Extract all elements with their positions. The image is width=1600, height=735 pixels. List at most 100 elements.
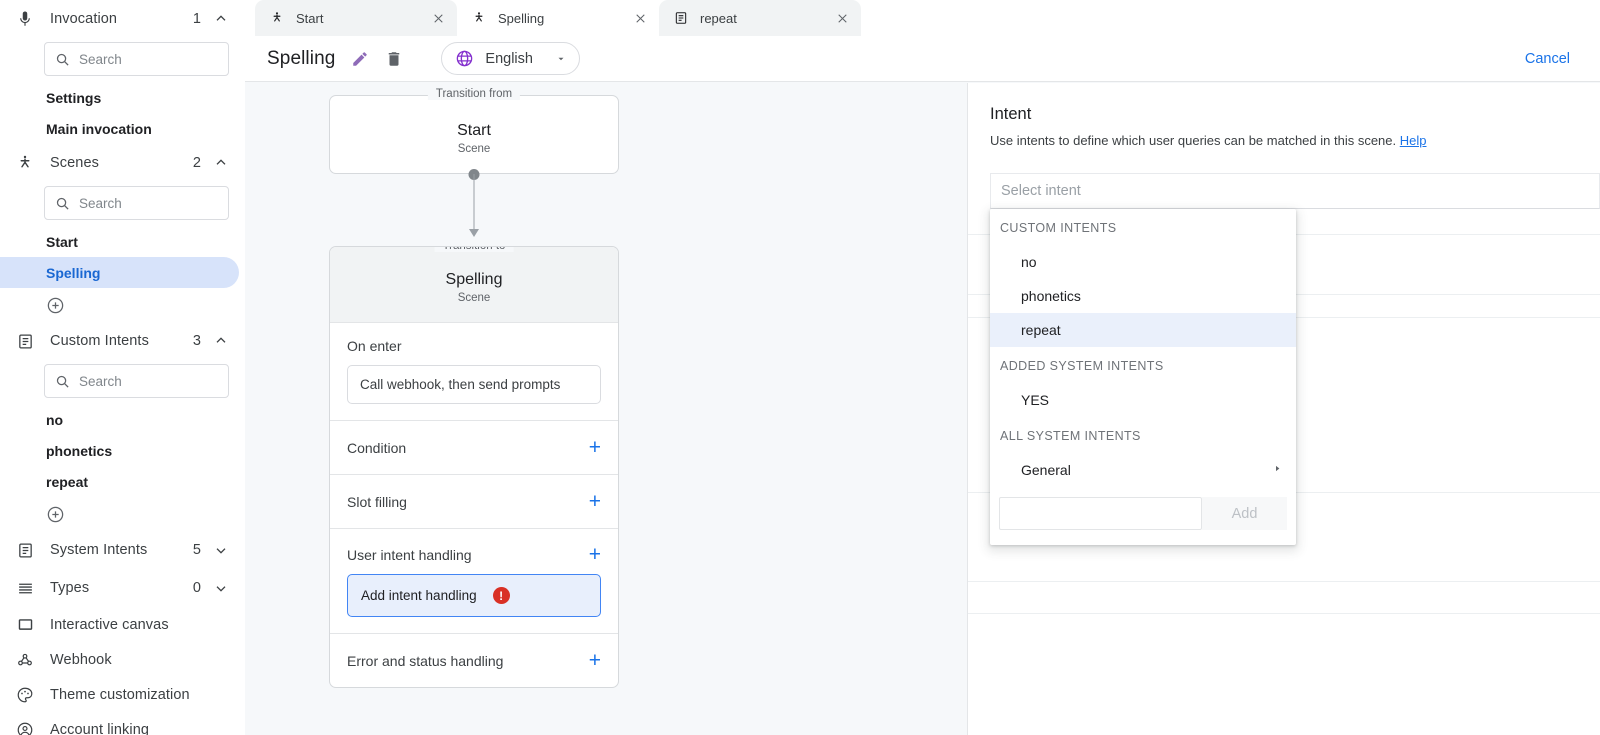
add-intent-row[interactable] xyxy=(0,497,245,531)
add-intent-button[interactable]: Add xyxy=(1202,497,1287,530)
new-intent-input[interactable] xyxy=(999,497,1202,530)
sidebar-section-label: System Intents xyxy=(50,542,193,558)
add-scene-row[interactable] xyxy=(0,288,245,322)
scenes-search-box[interactable] xyxy=(44,186,229,220)
sidebar-item-settings[interactable]: Settings xyxy=(0,82,239,113)
chevron-down-icon xyxy=(555,53,567,65)
sidebar-section-custom-intents[interactable]: Custom Intents 3 xyxy=(0,322,245,360)
pencil-icon[interactable] xyxy=(351,50,369,68)
sidebar-item-webhook[interactable]: Webhook xyxy=(0,642,245,677)
language-selector[interactable]: English xyxy=(441,42,580,75)
sidebar-item-account-linking[interactable]: Account linking xyxy=(0,712,245,735)
user-intent-handling-label: User intent handling xyxy=(347,547,472,563)
chevron-down-icon[interactable] xyxy=(213,580,229,596)
tab-repeat[interactable]: repeat xyxy=(659,0,861,36)
sidebar-section-invocation[interactable]: Invocation 1 xyxy=(0,0,245,38)
slot-filling-section: Slot filling + xyxy=(330,475,618,529)
sidebar-item-no[interactable]: no xyxy=(0,404,239,435)
page-title: Spelling xyxy=(267,48,335,70)
sidebar-item-phonetics[interactable]: phonetics xyxy=(0,435,239,466)
microphone-icon xyxy=(14,8,36,30)
custom-intents-search-input[interactable] xyxy=(79,374,218,389)
dropdown-item-label: General xyxy=(1021,462,1071,478)
add-user-intent-handling-button[interactable]: + xyxy=(589,544,601,565)
user-intent-handling-section: User intent handling + Add intent handli… xyxy=(330,529,618,634)
sidebar-section-label: Scenes xyxy=(50,155,193,171)
connector-arrow-icon xyxy=(469,229,479,237)
transition-to-node: Transition to Spelling Scene On enter Ca… xyxy=(329,246,619,688)
cancel-button[interactable]: Cancel xyxy=(1517,45,1578,73)
panel-divider xyxy=(968,581,1600,582)
sidebar-item-label: Webhook xyxy=(50,652,112,668)
select-intent-field[interactable]: Select intent xyxy=(990,173,1600,209)
sidebar-item-start[interactable]: Start xyxy=(0,226,239,257)
from-node-content: Start Scene xyxy=(330,96,618,173)
sidebar-section-types[interactable]: Types 0 xyxy=(0,569,245,607)
canvas-icon xyxy=(14,614,36,636)
intent-panel-description-text: Use intents to define which user queries… xyxy=(990,133,1396,148)
add-error-status-handling-button[interactable]: + xyxy=(589,650,601,671)
sidebar-item-label: Interactive canvas xyxy=(50,617,169,633)
add-intent-handling-label: Add intent handling xyxy=(361,588,477,603)
sidebar-section-system-intents[interactable]: System Intents 5 xyxy=(0,531,245,569)
connector-line xyxy=(474,174,475,232)
dropdown-group-label: CUSTOM INTENTS xyxy=(990,209,1296,245)
close-icon[interactable] xyxy=(631,12,649,25)
add-circle-icon[interactable] xyxy=(46,296,65,315)
add-condition-button[interactable]: + xyxy=(589,437,601,458)
invocation-search-input[interactable] xyxy=(79,52,218,67)
invocation-search-box[interactable] xyxy=(44,42,229,76)
tab-spelling[interactable]: Spelling xyxy=(457,0,659,36)
dropdown-footer: Add xyxy=(990,487,1296,541)
dropdown-item-no[interactable]: no xyxy=(990,245,1296,279)
flow-connector xyxy=(329,174,619,246)
trash-icon[interactable] xyxy=(385,50,403,68)
tab-start[interactable]: Start xyxy=(255,0,457,36)
transition-to-legend: Transition to xyxy=(435,246,514,252)
sidebar-item-label: Account linking xyxy=(50,722,149,735)
chevron-up-icon[interactable] xyxy=(213,11,229,27)
tab-label: repeat xyxy=(700,11,833,26)
dropdown-item-yes[interactable]: YES xyxy=(990,383,1296,417)
error-status-handling-section: Error and status handling + xyxy=(330,634,618,687)
dropdown-item-general[interactable]: General xyxy=(990,453,1296,487)
add-slot-filling-button[interactable]: + xyxy=(589,491,601,512)
custom-intents-search-box[interactable] xyxy=(44,364,229,398)
help-link[interactable]: Help xyxy=(1400,133,1427,148)
close-icon[interactable] xyxy=(833,12,851,25)
to-node-header: Spelling Scene xyxy=(330,247,618,323)
on-enter-value[interactable]: Call webhook, then send prompts xyxy=(347,365,601,404)
sidebar-item-spelling[interactable]: Spelling xyxy=(0,257,239,288)
sidebar-item-label: Theme customization xyxy=(50,687,190,703)
add-circle-icon[interactable] xyxy=(46,505,65,524)
dropdown-item-repeat[interactable]: repeat xyxy=(990,313,1296,347)
transition-from-node[interactable]: Transition from Start Scene xyxy=(329,95,619,174)
scene-canvas[interactable]: Transition from Start Scene Transition t… xyxy=(245,83,967,735)
to-node-subtitle: Scene xyxy=(330,292,618,304)
dropdown-item-phonetics[interactable]: phonetics xyxy=(990,279,1296,313)
error-status-handling-label: Error and status handling xyxy=(347,653,503,669)
chevron-down-icon[interactable] xyxy=(213,542,229,558)
search-icon xyxy=(55,374,70,389)
scene-flow: Transition from Start Scene Transition t… xyxy=(329,95,619,688)
chevron-up-icon[interactable] xyxy=(213,155,229,171)
close-icon[interactable] xyxy=(429,12,447,25)
from-node-title: Start xyxy=(330,122,618,140)
search-icon xyxy=(55,52,70,67)
scene-icon xyxy=(471,11,487,25)
sidebar-section-scenes[interactable]: Scenes 2 xyxy=(0,144,245,182)
sidebar-section-count: 1 xyxy=(193,11,201,27)
intent-panel: Intent Use intents to define which user … xyxy=(967,83,1600,735)
sidebar-item-theme-customization[interactable]: Theme customization xyxy=(0,677,245,712)
types-icon xyxy=(14,577,36,599)
sidebar-item-main-invocation[interactable]: Main invocation xyxy=(0,113,239,144)
sidebar-item-interactive-canvas[interactable]: Interactive canvas xyxy=(0,607,245,642)
sidebar-item-repeat[interactable]: repeat xyxy=(0,466,239,497)
sidebar-section-label: Types xyxy=(50,580,193,596)
condition-section: Condition + xyxy=(330,421,618,475)
to-node-title: Spelling xyxy=(330,271,618,289)
chevron-up-icon[interactable] xyxy=(213,333,229,349)
intent-panel-title: Intent xyxy=(990,105,1600,124)
scenes-search-input[interactable] xyxy=(79,196,218,211)
add-intent-handling-chip[interactable]: Add intent handling ! xyxy=(347,574,601,617)
